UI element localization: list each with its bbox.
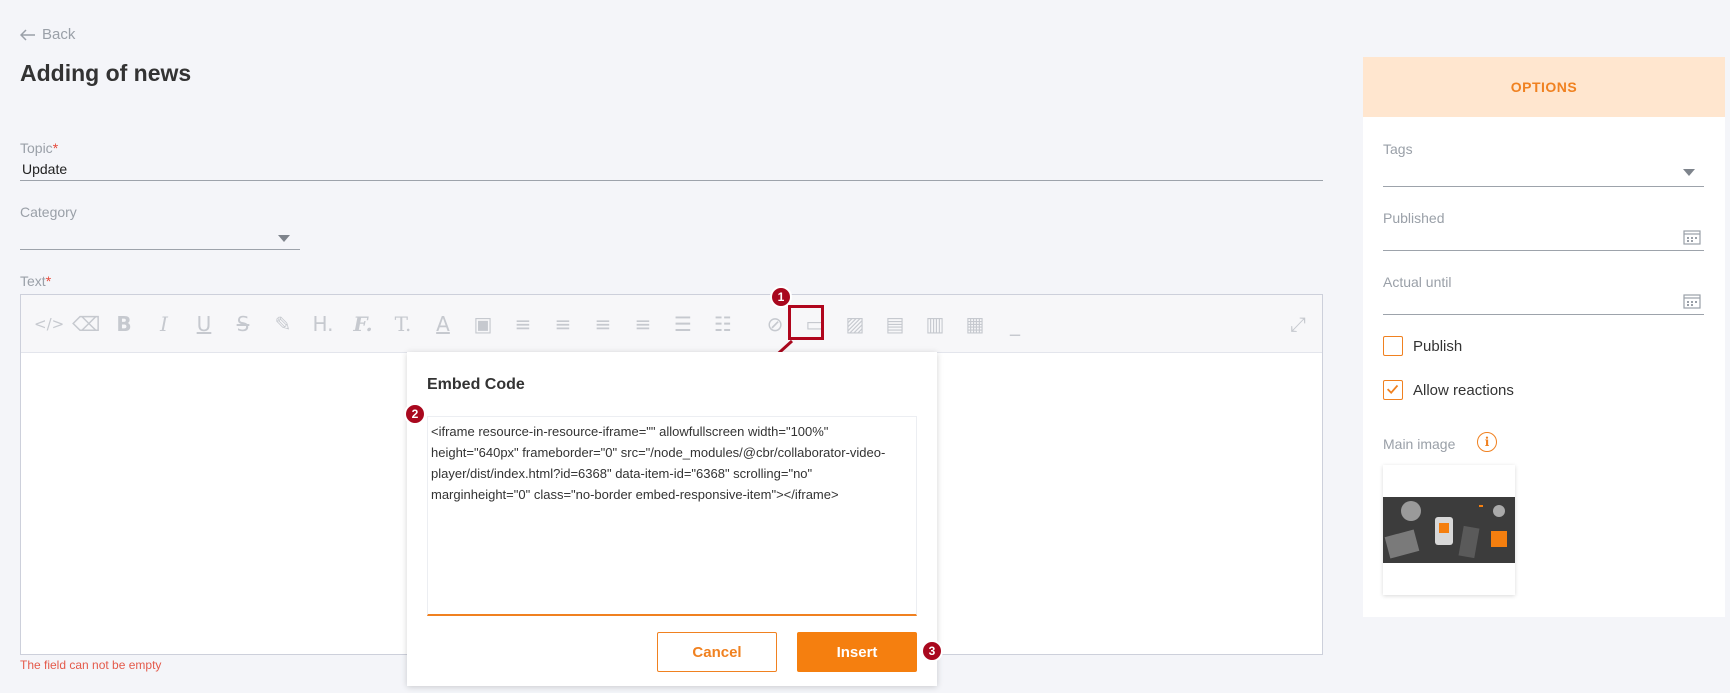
- numbered-list-icon[interactable]: ☷: [711, 312, 735, 336]
- allow-reactions-checkbox[interactable]: [1383, 380, 1403, 400]
- font-size-icon[interactable]: T.: [391, 312, 415, 336]
- align-center-icon[interactable]: ≡: [551, 312, 575, 336]
- chevron-down-icon: [1683, 169, 1695, 176]
- category-label: Category: [20, 204, 77, 220]
- link-icon[interactable]: ⊘: [763, 312, 787, 336]
- back-label: Back: [42, 26, 76, 43]
- category-select[interactable]: [20, 222, 300, 250]
- arrow-left-icon: [20, 28, 35, 41]
- main-image-label: Main image: [1383, 436, 1456, 452]
- layout-icon[interactable]: ▥: [923, 312, 947, 336]
- italic-icon[interactable]: I: [152, 312, 176, 336]
- tags-label: Tags: [1383, 141, 1413, 157]
- topic-underline: [20, 180, 1323, 181]
- options-header: OPTIONS: [1363, 57, 1725, 117]
- main-image-card[interactable]: [1383, 465, 1515, 595]
- step-marker-1: 1: [770, 286, 792, 308]
- bold-icon[interactable]: B: [112, 312, 136, 336]
- font-family-icon[interactable]: F.: [351, 312, 375, 336]
- publish-checkbox[interactable]: [1383, 336, 1403, 356]
- cancel-button[interactable]: Cancel: [657, 632, 777, 672]
- info-icon[interactable]: i: [1477, 432, 1497, 452]
- chevron-down-icon: [278, 235, 290, 242]
- actual-until-label: Actual until: [1383, 274, 1452, 290]
- code-view-icon[interactable]: </>: [34, 312, 64, 336]
- embed-code-dialog: Embed Code <iframe resource-in-resource-…: [407, 352, 937, 686]
- insert-button[interactable]: Insert: [797, 632, 917, 672]
- text-color-icon[interactable]: A: [431, 312, 455, 336]
- horizontal-rule-icon[interactable]: _: [1003, 312, 1027, 336]
- align-justify-icon[interactable]: ≡: [631, 312, 655, 336]
- checkmark-icon: [1386, 384, 1399, 395]
- text-label: Text*: [20, 273, 52, 289]
- main-image-thumbnail: [1383, 497, 1515, 563]
- eraser-icon[interactable]: ⌫: [72, 312, 100, 336]
- calendar-icon[interactable]: [1683, 293, 1701, 309]
- actual-until-underline: [1383, 314, 1704, 315]
- paint-format-icon[interactable]: ✎: [271, 312, 295, 336]
- editor-toolbar: </> ⌫ B I U S ✎ H. F. T. A ▣ ≡ ≡ ≡ ≡ ☰ ☷…: [21, 295, 1322, 353]
- tags-select[interactable]: [1383, 157, 1704, 185]
- step-marker-2: 2: [404, 403, 426, 425]
- tags-underline: [1383, 186, 1704, 187]
- calendar-icon[interactable]: [1683, 229, 1701, 245]
- text-error-message: The field can not be empty: [20, 658, 162, 672]
- heading-icon[interactable]: H.: [311, 312, 335, 336]
- background-color-icon[interactable]: ▣: [471, 312, 495, 336]
- step-marker-3: 3: [921, 640, 943, 662]
- allow-reactions-label: Allow reactions: [1413, 382, 1514, 399]
- published-label: Published: [1383, 210, 1445, 226]
- topic-input[interactable]: Update: [22, 161, 67, 177]
- page-title: Adding of news: [20, 60, 192, 86]
- align-right-icon[interactable]: ≡: [591, 312, 615, 336]
- options-panel: OPTIONS Tags Published Actual until Publ…: [1363, 57, 1725, 617]
- bullet-list-icon[interactable]: ☰: [671, 312, 695, 336]
- topic-label: Topic*: [20, 140, 59, 156]
- dialog-title: Embed Code: [427, 376, 525, 393]
- back-link[interactable]: Back: [20, 26, 75, 43]
- fullscreen-icon[interactable]: ⤢: [1286, 312, 1310, 336]
- file-icon[interactable]: ▤: [883, 312, 907, 336]
- published-underline: [1383, 250, 1704, 251]
- category-underline: [20, 249, 300, 250]
- embed-code-textarea[interactable]: <iframe resource-in-resource-iframe="" a…: [427, 416, 917, 616]
- align-left-icon[interactable]: ≡: [511, 312, 535, 336]
- table-icon[interactable]: ▦: [963, 312, 987, 336]
- publish-label: Publish: [1413, 338, 1463, 355]
- image-icon[interactable]: ▨: [843, 312, 867, 336]
- underline-icon[interactable]: U: [192, 312, 216, 336]
- strikethrough-icon[interactable]: S: [231, 312, 255, 336]
